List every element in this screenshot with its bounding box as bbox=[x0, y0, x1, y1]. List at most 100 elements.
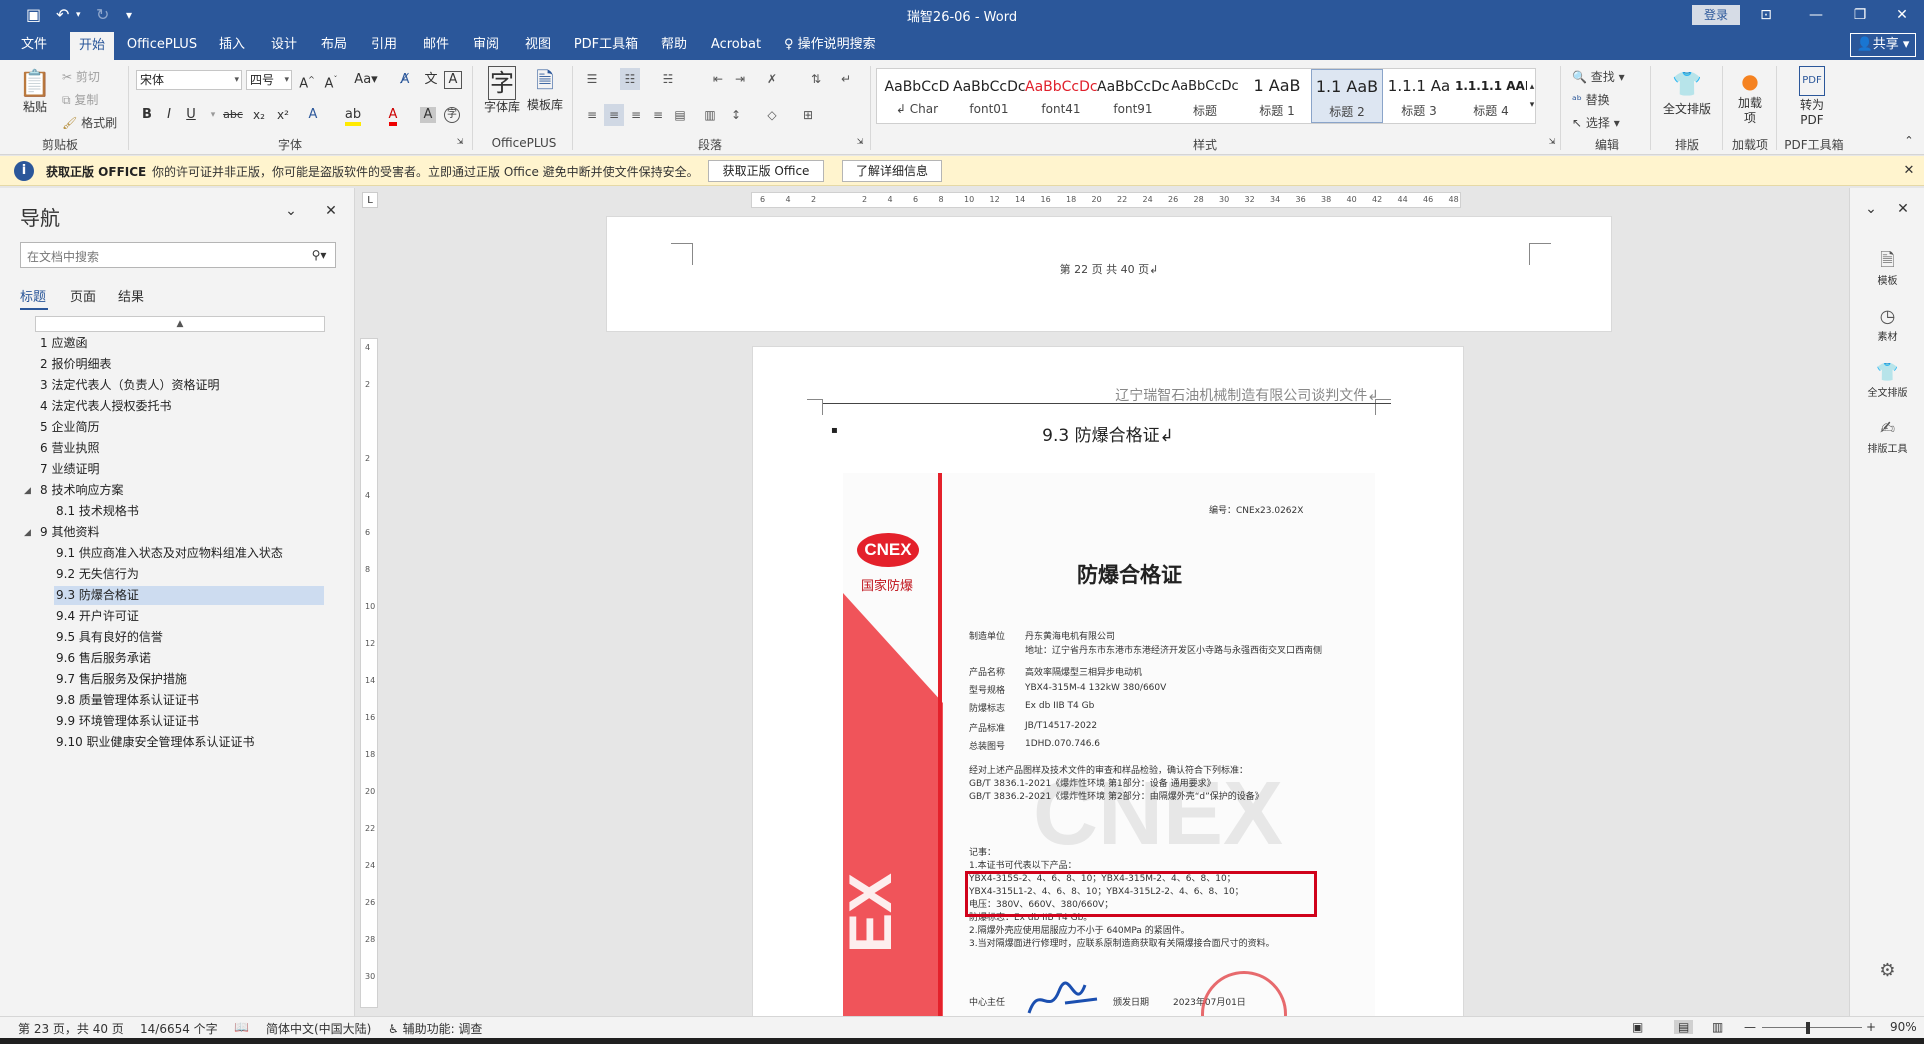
paste-button[interactable]: 📋 粘贴 bbox=[18, 68, 52, 115]
style-heading-1[interactable]: 1 AaB 标题 1 bbox=[1241, 69, 1313, 123]
nav-tab-headings[interactable]: 标题 bbox=[20, 286, 46, 305]
nav-heading-item[interactable]: 5 企业简历 bbox=[40, 418, 99, 437]
minimize-icon[interactable]: — bbox=[1796, 2, 1836, 28]
zoom-in-icon[interactable]: + bbox=[1866, 1020, 1876, 1034]
styles-more-icon[interactable]: ▾ bbox=[1526, 94, 1538, 116]
zoom-level[interactable]: 90% bbox=[1890, 1020, 1917, 1034]
print-layout-icon[interactable]: ▤ bbox=[1674, 1020, 1694, 1034]
panel-collapse-chevron-icon[interactable]: ⌄ bbox=[1860, 198, 1882, 220]
style-char[interactable]: AaBbCcD ↲ Char bbox=[881, 69, 953, 123]
text-effects-icon[interactable]: A bbox=[302, 104, 324, 126]
underline-button[interactable]: U bbox=[180, 104, 202, 126]
panel-close-icon[interactable]: ✕ bbox=[1892, 198, 1914, 220]
nav-collapse-all-button[interactable]: ▲ bbox=[35, 316, 325, 332]
panel-full-layout-button[interactable]: 👕 全文排版 bbox=[1850, 362, 1924, 399]
italic-button[interactable]: I bbox=[158, 104, 180, 126]
tab-review[interactable]: 审阅 bbox=[466, 30, 506, 60]
document-canvas[interactable]: L 6 4 2 2 4 6 8 10 12 14 16 18 20 22 24 26 28 30 32 34 36 38 4… bbox=[356, 188, 1848, 1016]
style-font41[interactable]: AaBbCcDc font41 bbox=[1025, 69, 1097, 123]
character-shading-icon[interactable]: A bbox=[420, 107, 436, 123]
nav-heading-item[interactable]: 7 业绩证明 bbox=[40, 460, 99, 479]
cut-button[interactable]: ✂ 剪切 bbox=[62, 68, 100, 85]
nav-heading-item[interactable]: 2 报价明细表 bbox=[40, 355, 111, 374]
strikethrough-button[interactable]: abc bbox=[222, 104, 244, 126]
restore-icon[interactable]: ❐ bbox=[1840, 2, 1880, 28]
superscript-button[interactable]: x² bbox=[272, 104, 294, 126]
zoom-out-icon[interactable]: — bbox=[1744, 1020, 1756, 1034]
style-font91[interactable]: AaBbCcDc font91 bbox=[1097, 69, 1169, 123]
copy-button[interactable]: ⧉ 复制 bbox=[62, 91, 98, 108]
style-heading-2[interactable]: 1.1 AaB 标题 2 bbox=[1311, 69, 1383, 123]
tab-layout[interactable]: 布局 bbox=[314, 30, 354, 60]
share-button[interactable]: 👤共享 ▾ bbox=[1850, 33, 1916, 57]
load-addins-button[interactable]: ● 加载项 bbox=[1730, 66, 1770, 126]
sort-icon[interactable]: ⇅ bbox=[806, 68, 826, 90]
underline-dropdown-icon[interactable]: ▾ bbox=[202, 104, 224, 126]
nav-tab-pages[interactable]: 页面 bbox=[70, 286, 96, 305]
nav-heading-item[interactable]: 9.10 职业健康安全管理体系认证证书 bbox=[56, 733, 255, 752]
justify-icon[interactable]: ≡ bbox=[648, 104, 668, 126]
nav-heading-item[interactable]: 3 法定代表人（负责人）资格证明 bbox=[40, 376, 219, 395]
style-title[interactable]: AaBbCcDc 标题 bbox=[1169, 69, 1241, 123]
paragraph-dialog-launcher-icon[interactable]: ⇲ bbox=[854, 136, 866, 148]
clear-formatting-icon[interactable]: A̸ bbox=[394, 69, 416, 91]
nav-search-icon[interactable]: ⚲▾ bbox=[308, 244, 330, 266]
convert-to-pdf-button[interactable]: PDF 转为PDF bbox=[1784, 66, 1840, 128]
close-infobar-icon[interactable]: ✕ bbox=[1898, 160, 1920, 182]
tab-pdf-toolbox[interactable]: PDF工具箱 bbox=[570, 30, 642, 60]
replace-button[interactable]: ᵃᵇ 替换 bbox=[1572, 91, 1610, 108]
nav-heading-item[interactable]: 9.7 售后服务及保护措施 bbox=[56, 670, 187, 689]
close-nav-icon[interactable]: ✕ bbox=[320, 200, 342, 222]
character-border-icon[interactable]: A bbox=[444, 71, 462, 89]
grow-font-icon[interactable]: A^ bbox=[296, 69, 318, 91]
enclose-characters-icon[interactable]: 字 bbox=[444, 107, 460, 123]
nav-search-input[interactable]: 在文档中搜索 bbox=[20, 242, 336, 268]
proofing-icon[interactable]: 📖 bbox=[234, 1020, 249, 1034]
zoom-slider-track[interactable] bbox=[1762, 1027, 1862, 1028]
font-color-icon[interactable]: A bbox=[382, 104, 404, 126]
tab-view[interactable]: 视图 bbox=[518, 30, 558, 60]
tab-acrobat[interactable]: Acrobat bbox=[706, 30, 766, 60]
select-button[interactable]: ↖ 选择 ▾ bbox=[1572, 114, 1620, 131]
nav-heading-item[interactable]: 8.1 技术规格书 bbox=[56, 502, 139, 521]
panel-layout-tools-button[interactable]: ✍ 排版工具 bbox=[1850, 418, 1924, 455]
asian-layout-icon[interactable]: ✗ bbox=[762, 68, 782, 90]
nav-heading-item[interactable]: 9.2 无失信行为 bbox=[56, 565, 139, 584]
shrink-font-icon[interactable]: Aˇ bbox=[320, 69, 342, 91]
page-22-bottom[interactable]: 第 22 页 共 40 页↲ bbox=[606, 216, 1612, 332]
style-heading-4[interactable]: 1.1.1.1 AAE 标题 4 bbox=[1455, 69, 1527, 123]
nav-heading-item-selected[interactable]: 9.3 防爆合格证 bbox=[54, 586, 324, 605]
line-spacing-icon[interactable]: ↕ bbox=[726, 104, 746, 126]
horizontal-ruler[interactable]: 6 4 2 2 4 6 8 10 12 14 16 18 20 22 24 26 28 30 32 34 36 38 40 4… bbox=[751, 192, 1461, 208]
read-mode-icon[interactable]: ▣ bbox=[1632, 1020, 1643, 1034]
nav-heading-item[interactable]: 9.5 具有良好的信誉 bbox=[56, 628, 163, 647]
font-library-button[interactable]: 字 字体库 bbox=[482, 66, 522, 115]
get-genuine-office-button[interactable]: 获取正版 Office bbox=[708, 160, 824, 182]
highlight-icon[interactable]: ab bbox=[342, 104, 364, 126]
section-heading[interactable]: 9.3 防爆合格证↲ bbox=[753, 421, 1463, 446]
nav-tab-results[interactable]: 结果 bbox=[118, 286, 144, 305]
page-23[interactable]: 辽宁瑞智石油机械制造有限公司谈判文件↲ ▪ 9.3 防爆合格证↲ EX CNEX… bbox=[752, 346, 1464, 1016]
ribbon-display-options-icon[interactable]: ⊡ bbox=[1746, 2, 1786, 28]
nav-heading-item[interactable]: 9.9 环境管理体系认证证书 bbox=[56, 712, 199, 731]
font-size-combo[interactable]: 四号 ▾ bbox=[246, 70, 292, 90]
tell-me-search[interactable]: ♀ 操作说明搜索 bbox=[784, 30, 894, 60]
style-font01[interactable]: AaBbCcDc font01 bbox=[953, 69, 1025, 123]
nav-heading-item[interactable]: 1 应邀函 bbox=[40, 334, 87, 353]
tab-help[interactable]: 帮助 bbox=[654, 30, 694, 60]
align-center-icon[interactable]: ≡ bbox=[604, 104, 624, 126]
nav-options-chevron-icon[interactable]: ⌄ bbox=[280, 200, 302, 222]
format-painter-button[interactable]: 🖌 格式刷 bbox=[62, 114, 117, 131]
decrease-indent-icon[interactable]: ⇤ bbox=[708, 68, 728, 90]
explosion-proof-certificate-image[interactable]: EX CNEX 国家防爆 编号：CNEx23.0262X 防爆合格证 CNEX … bbox=[843, 473, 1375, 1016]
panel-materials-button[interactable]: ◷ 素材 bbox=[1850, 306, 1924, 343]
tab-officeplus[interactable]: OfficePLUS bbox=[124, 30, 200, 60]
bullets-icon[interactable]: ☰ bbox=[582, 68, 602, 90]
increase-indent-icon[interactable]: ⇥ bbox=[730, 68, 750, 90]
phonetic-guide-icon[interactable]: 文 bbox=[420, 69, 442, 91]
collapse-ribbon-icon[interactable]: ⌃ bbox=[1898, 130, 1920, 152]
align-right-icon[interactable]: ≡ bbox=[626, 104, 646, 126]
nav-heading-item[interactable]: 4 法定代表人授权委托书 bbox=[40, 397, 171, 416]
font-dialog-launcher-icon[interactable]: ⇲ bbox=[454, 136, 466, 148]
tab-mailings[interactable]: 邮件 bbox=[416, 30, 456, 60]
